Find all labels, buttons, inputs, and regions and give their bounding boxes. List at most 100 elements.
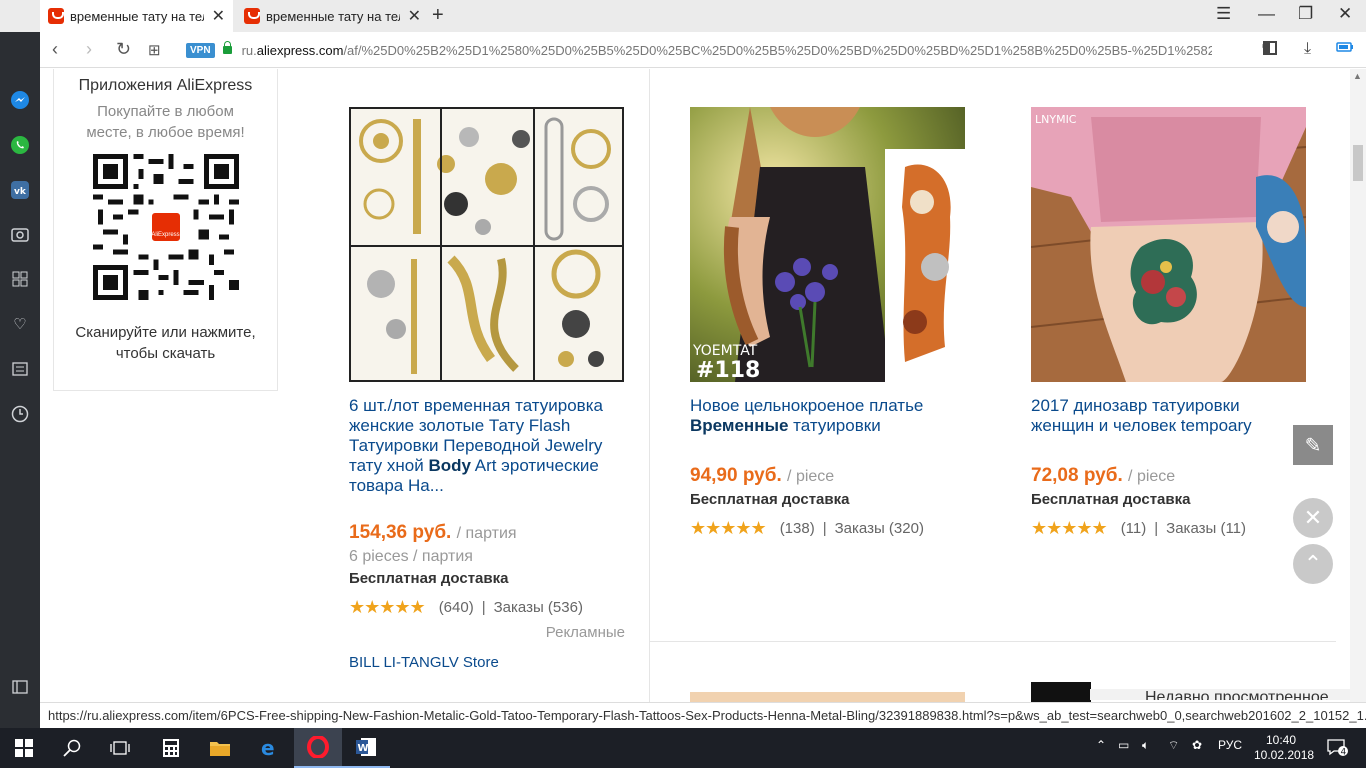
close-tab-icon[interactable]: ✕ <box>212 6 225 26</box>
windows-start-icon[interactable] <box>0 728 48 768</box>
image-watermark-number: #118 <box>696 358 760 382</box>
image-watermark-brand: YOEMTAT <box>692 343 758 359</box>
free-shipping-label: Бесплатная доставка <box>690 491 850 508</box>
volume-icon[interactable]: 🔈︎ <box>1142 738 1149 753</box>
tray-expand-icon[interactable]: ⌃ <box>1096 738 1106 752</box>
tab-menu-icon[interactable]: ☰ <box>1216 4 1231 24</box>
sponsored-label: Рекламные <box>545 624 625 641</box>
edit-pencil-icon[interactable]: ✎ <box>1293 425 1333 465</box>
product-image[interactable]: LNYMIC <box>1031 107 1306 382</box>
app-promo-subtext: Покупайте в любом месте, в любое время! <box>86 103 245 141</box>
edge-browser-icon[interactable]: e <box>246 728 294 768</box>
network-icon[interactable]: ⌔ <box>1168 738 1179 753</box>
scrollbar-thumb[interactable] <box>1353 145 1363 181</box>
app-promo-scan-text[interactable]: Сканируйте или нажмите, чтобы скачать <box>54 322 277 364</box>
close-circle-icon[interactable]: ✕ <box>1293 498 1333 538</box>
product-title-link[interactable]: Новое цельнокроеное платье Временные тат… <box>690 396 966 436</box>
ad-block-shield-icon[interactable] <box>1262 40 1278 61</box>
product-card[interactable]: LNYMIC 2017 динозавр татуировки женщин и… <box>1031 107 1307 539</box>
close-window-icon[interactable]: ✕ <box>1338 4 1352 24</box>
tabs-grid-icon[interactable]: ⊞ <box>148 41 161 59</box>
product-card[interactable]: 6 шт./лот временная татуировка женские з… <box>349 107 625 671</box>
language-indicator[interactable]: РУС <box>1218 738 1242 752</box>
download-icon[interactable]: ⤓ <box>1304 40 1311 58</box>
review-count[interactable]: (138) <box>780 520 815 537</box>
address-bar: ‹ › ↻ ⊞ VPN ru.aliexpress.com/af/%25D0%2… <box>40 32 1366 68</box>
clock-time: 10:40 <box>1265 733 1297 747</box>
product-image[interactable] <box>349 107 624 382</box>
tab-bar: временные тату на тело с ✕ временные тат… <box>0 0 1366 32</box>
vpn-badge[interactable]: VPN <box>186 42 215 58</box>
battery-saver-icon[interactable] <box>1336 40 1354 58</box>
svg-text:W: W <box>358 743 369 754</box>
forward-icon[interactable]: › <box>86 39 92 60</box>
messenger-icon[interactable] <box>9 89 31 111</box>
whatsapp-icon[interactable] <box>9 134 31 156</box>
product-title-link[interactable]: 2017 динозавр татуировки женщин и челове… <box>1031 396 1307 436</box>
task-view-icon[interactable] <box>96 728 144 768</box>
store-link[interactable]: BILL LI-TANGLV Store <box>349 654 625 671</box>
product-price: 94,90 руб. / piece <box>690 465 835 486</box>
svg-text:e: e <box>261 738 275 758</box>
reload-icon[interactable]: ↻ <box>116 39 131 60</box>
aliexpress-favicon-icon <box>244 8 260 24</box>
page-content: Приложения AliExpress Покупайте в любом … <box>40 69 1350 702</box>
url-text[interactable]: ru.aliexpress.com/af/%25D0%25B2%25D1%258… <box>242 43 1212 58</box>
product-rating: ★★★★★ (11) | Заказы (11) <box>1031 518 1307 539</box>
word-taskbar-icon[interactable]: W <box>342 728 390 768</box>
tab-inactive[interactable]: временные тату на тело | ✕ <box>236 0 429 32</box>
tab-active[interactable]: временные тату на тело с ✕ <box>40 0 233 32</box>
file-explorer-icon[interactable] <box>196 728 244 768</box>
back-icon[interactable]: ‹ <box>52 39 58 60</box>
rating-stars-icon: ★★★★★ <box>690 518 767 538</box>
separator: | <box>822 520 827 537</box>
recently-viewed-panel[interactable]: Недавно просмотренное <box>1090 689 1350 700</box>
battery-icon[interactable]: ▭ <box>1118 738 1129 752</box>
app-qr-code[interactable]: AliExpress <box>92 154 239 300</box>
orders-count[interactable]: Заказы (11) <box>1166 520 1246 537</box>
rating-stars-icon: ★★★★★ <box>1031 518 1108 538</box>
aliexpress-favicon-icon <box>48 8 64 24</box>
bookmarks-heart-icon[interactable]: ♡ <box>9 313 31 335</box>
system-clock[interactable]: 10:40 10.02.2018 <box>1254 733 1314 763</box>
product-title-link[interactable]: 6 шт./лот временная татуировка женские з… <box>349 396 625 496</box>
page-scrollbar[interactable]: ▲ <box>1350 69 1366 702</box>
opera-taskbar-icon[interactable] <box>294 728 342 768</box>
product-image-next-row[interactable] <box>1031 682 1091 702</box>
free-shipping-label: Бесплатная доставка <box>1031 491 1191 508</box>
minimize-icon[interactable]: — <box>1258 4 1275 24</box>
separator: | <box>1154 520 1159 537</box>
calculator-icon[interactable] <box>146 728 196 768</box>
product-price: 72,08 руб. / piece <box>1031 465 1176 486</box>
news-icon[interactable] <box>9 358 31 380</box>
svg-text:vk: vk <box>14 187 27 197</box>
orders-count[interactable]: Заказы (320) <box>835 520 924 537</box>
new-tab-plus-icon[interactable]: + <box>432 4 444 27</box>
app-tray-icon[interactable]: ✿ <box>1192 738 1202 752</box>
url-field[interactable]: VPN ru.aliexpress.com/af/%25D0%25B2%25D1… <box>178 36 1288 64</box>
maximize-icon[interactable]: ❐ <box>1298 4 1313 24</box>
close-tab-icon[interactable]: ✕ <box>408 6 421 26</box>
product-image[interactable]: YOEMTAT #118 <box>690 107 965 382</box>
action-center-icon[interactable]: 4 <box>1326 737 1348 760</box>
review-count[interactable]: (640) <box>439 599 474 616</box>
review-count[interactable]: (11) <box>1121 520 1147 537</box>
orders-count[interactable]: Заказы (536) <box>494 599 583 616</box>
opera-sidebar: O vk ♡ <box>0 0 40 728</box>
product-image-next-row[interactable] <box>690 692 965 702</box>
sidebar-toggle-icon[interactable] <box>9 676 31 698</box>
row-divider <box>650 641 1336 642</box>
scroll-up-arrow-icon[interactable]: ▲ <box>1353 71 1362 81</box>
notification-count: 4 <box>1341 748 1347 758</box>
history-clock-icon[interactable] <box>9 403 31 425</box>
scroll-to-top-icon[interactable]: ⌃ <box>1293 544 1333 584</box>
lock-icon[interactable] <box>222 41 232 54</box>
vk-icon[interactable]: vk <box>9 179 31 201</box>
rating-stars-icon: ★★★★★ <box>349 597 426 617</box>
speed-dial-icon[interactable] <box>9 268 31 290</box>
search-icon[interactable] <box>48 728 96 768</box>
windows-taskbar: e W ⌃ ▭ 🔈︎ ⌔ ✿ РУС 10:40 10.02.2018 4 <box>0 728 1366 768</box>
snapshot-icon[interactable] <box>9 223 31 245</box>
product-card[interactable]: YOEMTAT #118 Новое цельнокроеное платье … <box>690 107 966 539</box>
free-shipping-label: Бесплатная доставка <box>349 570 509 587</box>
